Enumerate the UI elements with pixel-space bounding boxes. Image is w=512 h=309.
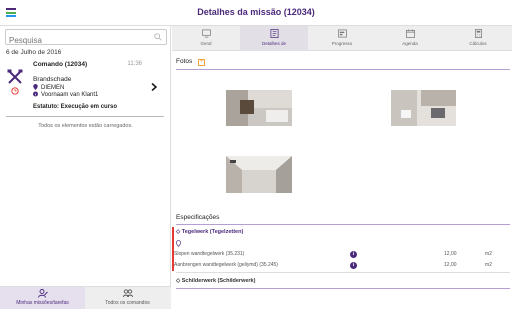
spec-group-painting[interactable]: ◇ Schilderwerk (Schilderwerk) — [176, 278, 255, 284]
tab-calculations[interactable]: Cálculos — [444, 26, 512, 51]
tab-general[interactable]: Geral — [172, 26, 240, 51]
tab-agenda-label: Agenda — [402, 41, 418, 46]
spec-separator — [176, 272, 510, 273]
mission-list-panel: 6 de Julho de 2016 Comando (12034) 11:36… — [0, 26, 171, 309]
user-tasks-icon — [37, 289, 48, 298]
spec-row-value: 12,00 — [444, 262, 457, 268]
tab-all-orders[interactable]: Todos os comandos — [85, 287, 170, 309]
tab-details-label: Detalhes de — [261, 41, 287, 46]
detail-icon — [270, 29, 278, 38]
photo-thumbnail-3[interactable] — [226, 156, 292, 193]
painting-divider — [176, 288, 510, 289]
clock-alert-icon — [11, 87, 19, 95]
info-icon[interactable]: i — [350, 251, 357, 258]
photo-thumbnail-1[interactable] — [226, 90, 292, 126]
spec-group-tiling-label: Tegelwerk (Tegelzetten) — [181, 229, 244, 235]
photos-title: Fotos — [176, 58, 193, 65]
mission-title: Comando (12034) — [33, 61, 88, 68]
search-input[interactable] — [6, 33, 146, 48]
specs-title: Especificações — [176, 214, 220, 221]
specs-divider — [176, 224, 510, 225]
spec-group-painting-label: Schilderwerk (Schilderwerk) — [181, 278, 256, 284]
detail-tab-bar: Geral Detalhes de Progresso Agenda Cálcu… — [172, 26, 512, 51]
spec-row-unit: m2 — [485, 251, 492, 257]
spec-row-value: 12,00 — [444, 251, 457, 257]
mission-type: Brandschade — [33, 76, 72, 83]
date-header: 6 de Julho de 2016 — [6, 49, 62, 56]
chevron-right-icon[interactable] — [151, 83, 157, 91]
mission-card[interactable]: Comando (12034) 11:36 Brandschade DIEMEN… — [0, 58, 170, 142]
mission-location: DIEMEN — [33, 84, 64, 91]
mission-client: Voornaam van Klant1 — [33, 91, 98, 98]
spec-group-tiling[interactable]: ◇ Tegelwerk (Tegelzetten) — [176, 229, 243, 235]
spec-row-desc: Slopen wandtegelwerk (35.231) — [174, 251, 245, 257]
search-box — [5, 29, 167, 48]
tab-all-orders-label: Todos os comandos — [105, 300, 150, 306]
spec-row: Aanbrengen wandtegelwerk (geliymd) (35.2… — [174, 262, 510, 270]
tab-agenda[interactable]: Agenda — [376, 26, 444, 51]
spec-row: Slopen wandtegelwerk (35.231) i 12,00 m2 — [174, 251, 510, 259]
top-bar: Detalhes da missão (12034) — [0, 0, 512, 26]
info-icon[interactable]: i — [350, 262, 357, 269]
info-small-icon — [33, 91, 38, 97]
tools-icon — [7, 69, 23, 84]
spec-row-unit: m2 — [485, 262, 492, 268]
team-icon — [122, 289, 133, 298]
location-pin-icon — [33, 84, 38, 90]
calendar-icon — [405, 29, 415, 38]
monitor-icon — [201, 29, 211, 38]
calculator-icon — [474, 29, 482, 38]
list-divider — [6, 116, 164, 117]
tab-details[interactable]: Detalhes de — [240, 26, 308, 51]
tab-progress[interactable]: Progresso — [308, 26, 376, 51]
photo-thumbnail-2[interactable] — [391, 90, 456, 126]
mission-time: 11:36 — [127, 61, 142, 67]
add-photo-button[interactable]: + — [198, 59, 205, 66]
location-pin-icon — [176, 240, 181, 247]
tab-progress-label: Progresso — [331, 41, 353, 46]
progress-icon — [337, 29, 347, 38]
spec-row-desc: Aanbrengen wandtegelwerk (geliymd) (35.2… — [174, 262, 278, 268]
left-tab-bar: Minhas missões/tarefas Todos os comandos — [0, 286, 171, 309]
page-title: Detalhes da missão (12034) — [197, 7, 315, 17]
tab-calculations-label: Cálculos — [469, 41, 487, 46]
tab-general-label: Geral — [200, 41, 212, 46]
detail-panel: Geral Detalhes de Progresso Agenda Cálcu… — [172, 26, 512, 309]
client-text: Voornaam van Klant1 — [41, 92, 99, 98]
tab-my-missions-label: Minhas missões/tarefas — [16, 300, 69, 306]
photos-divider — [176, 69, 510, 70]
search-icon[interactable] — [154, 33, 162, 41]
tab-my-missions[interactable]: Minhas missões/tarefas — [0, 287, 85, 309]
all-loaded-note: Todos os elementos estão carregados. — [38, 123, 133, 129]
mission-status: Estatuto: Execução em curso — [33, 104, 118, 110]
